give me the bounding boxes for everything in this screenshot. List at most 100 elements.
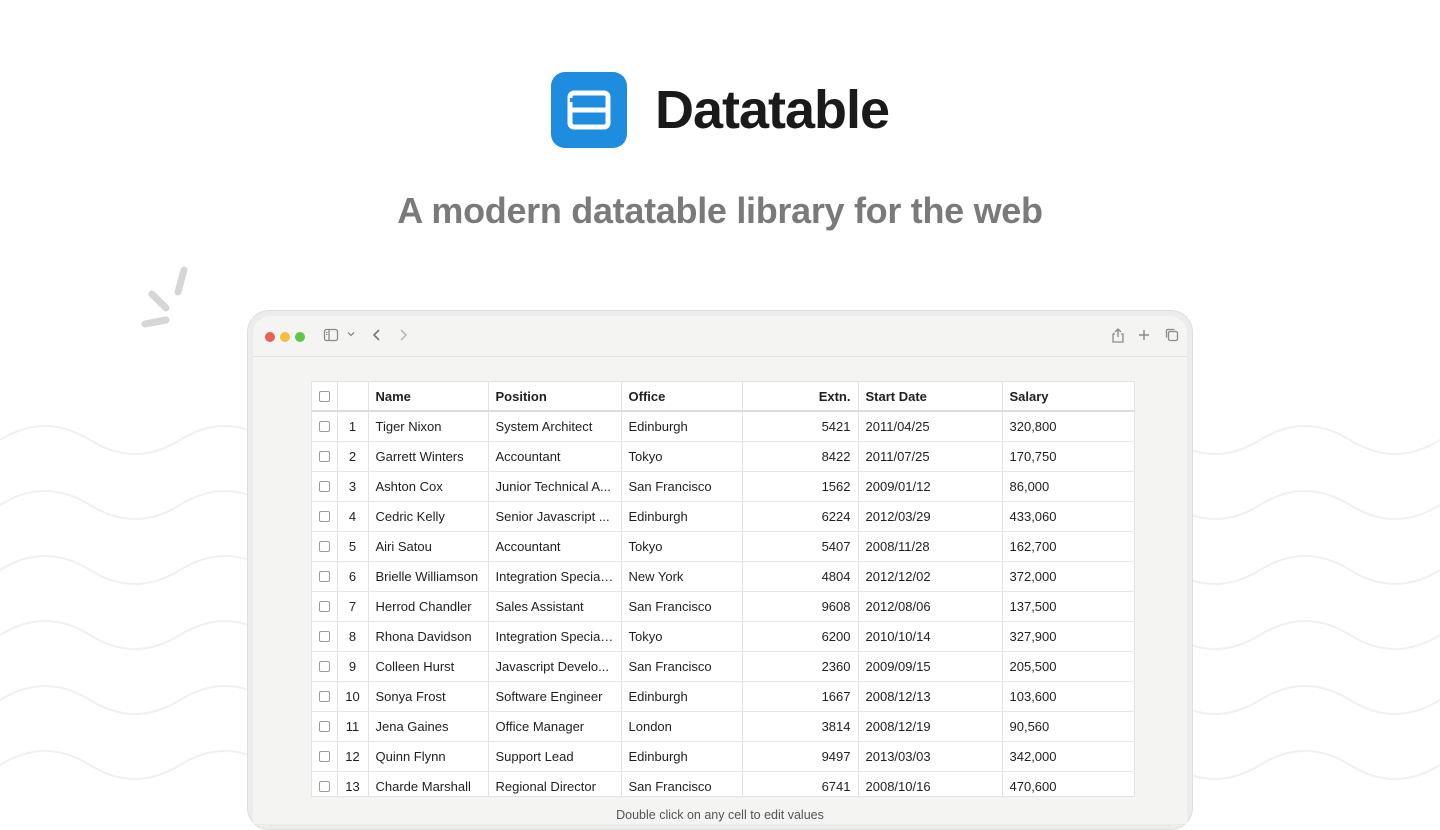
name-cell[interactable]: Ashton Cox [368, 471, 489, 502]
table-row[interactable]: 13 Charde Marshall Regional Director San Fr… [312, 771, 1134, 796]
select-all-checkbox[interactable] [312, 382, 338, 412]
new-tab-icon[interactable] [1137, 327, 1151, 343]
salary-cell[interactable]: 162,700 [1002, 531, 1134, 562]
row-select-checkbox[interactable] [312, 501, 338, 532]
row-select-checkbox[interactable] [312, 471, 338, 502]
start-date-cell[interactable]: 2011/04/25 [858, 411, 1003, 442]
extn-cell[interactable]: 6741 [742, 771, 859, 796]
row-select-checkbox[interactable] [312, 771, 338, 796]
office-cell[interactable]: San Francisco [621, 651, 743, 682]
start-date-cell[interactable]: 2012/03/29 [858, 501, 1003, 532]
name-cell[interactable]: Tiger Nixon [368, 411, 489, 442]
position-cell[interactable]: Javascript Develo... [488, 651, 622, 682]
name-cell[interactable]: Jena Gaines [368, 711, 489, 742]
salary-cell[interactable]: 90,560 [1002, 711, 1134, 742]
name-cell[interactable]: Airi Satou [368, 531, 489, 562]
office-cell[interactable]: Edinburgh [621, 501, 743, 532]
start-date-cell[interactable]: 2009/01/12 [858, 471, 1003, 502]
name-cell[interactable]: Herrod Chandler [368, 591, 489, 622]
extn-cell[interactable]: 5421 [742, 411, 859, 442]
table-row[interactable]: 1 Tiger Nixon System Architect Edinburgh 542… [312, 411, 1134, 442]
office-cell[interactable]: Tokyo [621, 441, 743, 472]
name-cell[interactable]: Sonya Frost [368, 681, 489, 712]
start-date-cell[interactable]: 2011/07/25 [858, 441, 1003, 472]
start-date-cell[interactable]: 2008/12/19 [858, 711, 1003, 742]
row-select-checkbox[interactable] [312, 531, 338, 562]
position-cell[interactable]: Support Lead [488, 741, 622, 772]
table-row[interactable]: 5 Airi Satou Accountant Tokyo 5407 2008/11/28… [312, 531, 1134, 562]
forward-icon[interactable] [396, 327, 410, 343]
table-row[interactable]: 11 Jena Gaines Office Manager London 3814 200… [312, 711, 1134, 742]
table-row[interactable]: 9 Colleen Hurst Javascript Develo... San Fr… [312, 651, 1134, 682]
office-cell[interactable]: Edinburgh [621, 741, 743, 772]
back-icon[interactable] [370, 327, 384, 343]
salary-cell[interactable]: 86,000 [1002, 471, 1134, 502]
row-select-checkbox[interactable] [312, 711, 338, 742]
extn-column-header[interactable]: Extn. [742, 382, 859, 412]
position-cell[interactable]: Software Engineer [488, 681, 622, 712]
office-cell[interactable]: Edinburgh [621, 411, 743, 442]
table-row[interactable]: 2 Garrett Winters Accountant Tokyo 8422 2011/… [312, 441, 1134, 472]
salary-cell[interactable]: 205,500 [1002, 651, 1134, 682]
name-cell[interactable]: Cedric Kelly [368, 501, 489, 532]
extn-cell[interactable]: 2360 [742, 651, 859, 682]
extn-cell[interactable]: 9608 [742, 591, 859, 622]
office-cell[interactable]: Edinburgh [621, 681, 743, 712]
table-row[interactable]: 6 Brielle Williamson Integration Special..… [312, 561, 1134, 592]
table-row[interactable]: 12 Quinn Flynn Support Lead Edinburgh 9497 20… [312, 741, 1134, 772]
row-select-checkbox[interactable] [312, 741, 338, 772]
name-cell[interactable]: Rhona Davidson [368, 621, 489, 652]
table-row[interactable]: 4 Cedric Kelly Senior Javascript ... Edinbu… [312, 501, 1134, 532]
name-cell[interactable]: Garrett Winters [368, 441, 489, 472]
start-date-cell[interactable]: 2012/12/02 [858, 561, 1003, 592]
salary-column-header[interactable]: Salary [1002, 382, 1134, 412]
minimize-window-button[interactable] [280, 332, 290, 342]
row-select-checkbox[interactable] [312, 561, 338, 592]
position-cell[interactable]: Regional Director [488, 771, 622, 796]
close-window-button[interactable] [265, 332, 275, 342]
position-cell[interactable]: Accountant [488, 531, 622, 562]
start-date-cell[interactable]: 2009/09/15 [858, 651, 1003, 682]
office-cell[interactable]: Tokyo [621, 621, 743, 652]
office-cell[interactable]: San Francisco [621, 591, 743, 622]
extn-cell[interactable]: 1562 [742, 471, 859, 502]
name-cell[interactable]: Quinn Flynn [368, 741, 489, 772]
extn-cell[interactable]: 1667 [742, 681, 859, 712]
start-date-cell[interactable]: 2008/11/28 [858, 531, 1003, 562]
office-column-header[interactable]: Office [621, 382, 743, 412]
start-date-cell[interactable]: 2008/12/13 [858, 681, 1003, 712]
salary-cell[interactable]: 137,500 [1002, 591, 1134, 622]
extn-cell[interactable]: 6224 [742, 501, 859, 532]
office-cell[interactable]: Tokyo [621, 531, 743, 562]
position-cell[interactable]: System Architect [488, 411, 622, 442]
salary-cell[interactable]: 327,900 [1002, 621, 1134, 652]
row-select-checkbox[interactable] [312, 411, 338, 442]
table-row[interactable]: 7 Herrod Chandler Sales Assistant San Franc… [312, 591, 1134, 622]
office-cell[interactable]: London [621, 711, 743, 742]
tabs-overview-icon[interactable] [1164, 327, 1180, 343]
table-row[interactable]: 3 Ashton Cox Junior Technical A... San Fran… [312, 471, 1134, 502]
row-select-checkbox[interactable] [312, 591, 338, 622]
name-cell[interactable]: Brielle Williamson [368, 561, 489, 592]
position-cell[interactable]: Junior Technical A... [488, 471, 622, 502]
position-cell[interactable]: Sales Assistant [488, 591, 622, 622]
extn-cell[interactable]: 9497 [742, 741, 859, 772]
salary-cell[interactable]: 433,060 [1002, 501, 1134, 532]
office-cell[interactable]: San Francisco [621, 771, 743, 796]
extn-cell[interactable]: 4804 [742, 561, 859, 592]
name-column-header[interactable]: Name [368, 382, 489, 412]
extn-cell[interactable]: 3814 [742, 711, 859, 742]
salary-cell[interactable]: 320,800 [1002, 411, 1134, 442]
start-date-column-header[interactable]: Start Date [858, 382, 1003, 412]
position-cell[interactable]: Integration Special... [488, 561, 622, 592]
salary-cell[interactable]: 103,600 [1002, 681, 1134, 712]
sidebar-toggle-icon[interactable] [323, 327, 339, 343]
position-cell[interactable]: Integration Special... [488, 621, 622, 652]
extn-cell[interactable]: 6200 [742, 621, 859, 652]
position-cell[interactable]: Office Manager [488, 711, 622, 742]
name-cell[interactable]: Charde Marshall [368, 771, 489, 796]
start-date-cell[interactable]: 2008/10/16 [858, 771, 1003, 796]
start-date-cell[interactable]: 2010/10/14 [858, 621, 1003, 652]
position-cell[interactable]: Accountant [488, 441, 622, 472]
extn-cell[interactable]: 8422 [742, 441, 859, 472]
